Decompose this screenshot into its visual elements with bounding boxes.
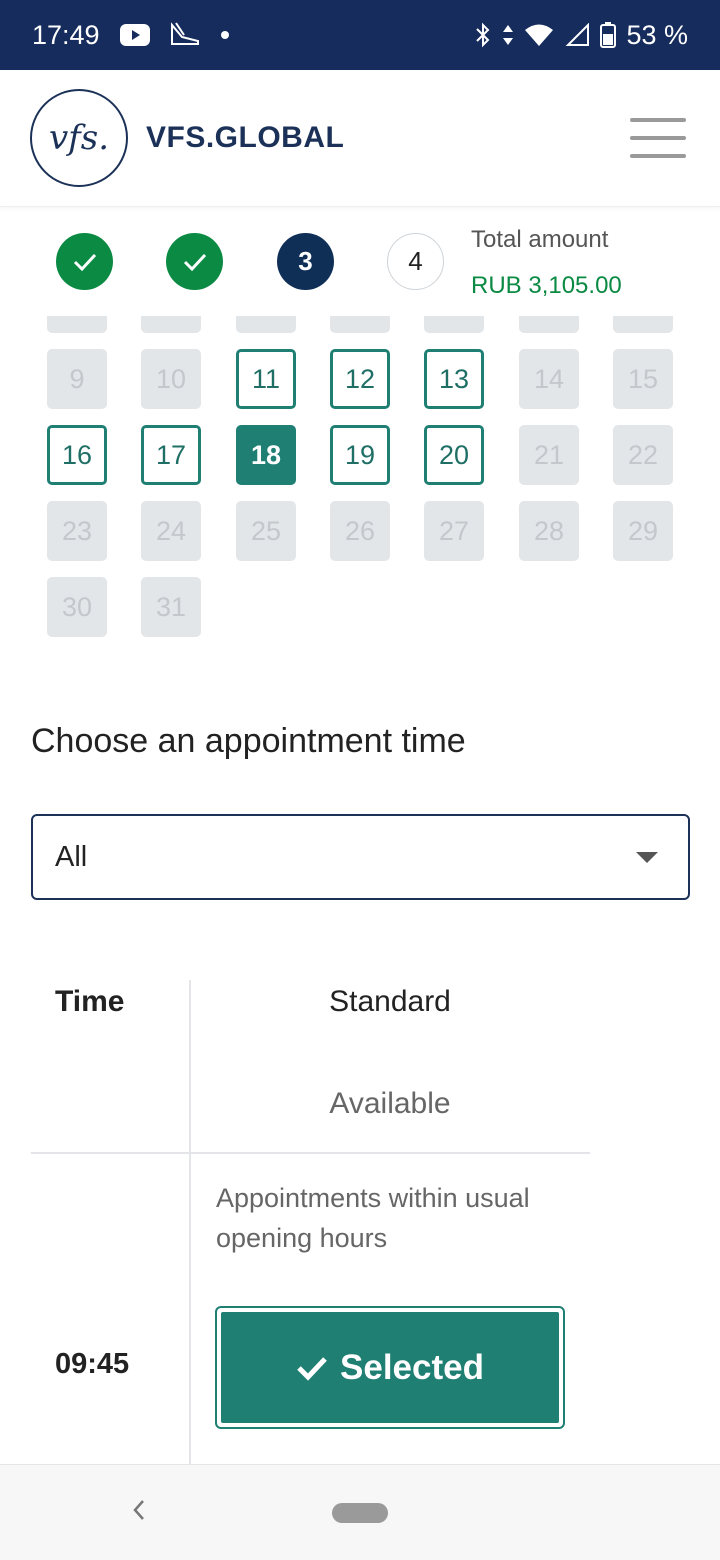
logo-text: vfs. xyxy=(48,118,110,158)
time-filter-value: All xyxy=(55,840,88,873)
step-4-todo: 4 xyxy=(387,233,444,290)
calendar-day-hidden xyxy=(424,316,484,333)
column-header-time: Time xyxy=(55,985,125,1018)
back-icon[interactable] xyxy=(124,1495,154,1525)
system-nav-bar xyxy=(0,1464,720,1560)
calendar-day-unavailable: 22 xyxy=(613,425,673,485)
calendar-day-unavailable: 29 xyxy=(613,501,673,561)
caret-down-icon xyxy=(636,851,658,863)
step-1-complete xyxy=(56,233,113,290)
calendar-day-unavailable: 15 xyxy=(613,349,673,409)
data-arrows-icon xyxy=(502,23,514,47)
calendar-day-unavailable: 27 xyxy=(424,501,484,561)
calendar-day-hidden xyxy=(330,316,390,333)
calendar-day-hidden xyxy=(613,316,673,333)
calendar-day-available[interactable]: 20 xyxy=(424,425,484,485)
table-divider-vertical xyxy=(189,980,191,1464)
calendar-day-unavailable: 24 xyxy=(141,501,201,561)
checkmark-icon xyxy=(73,253,96,271)
signal-icon xyxy=(564,23,590,47)
bluetooth-icon xyxy=(474,22,492,48)
selected-button-face: Selected xyxy=(221,1312,559,1423)
checkmark-icon xyxy=(297,1356,327,1381)
slot-select-button[interactable]: Selected xyxy=(215,1306,565,1429)
calendar-day-available[interactable]: 13 xyxy=(424,349,484,409)
status-time: 17:49 xyxy=(32,19,100,50)
wifi-icon xyxy=(524,23,554,47)
app-icon xyxy=(170,21,200,49)
hamburger-icon[interactable] xyxy=(630,118,686,158)
calendar-day-hidden xyxy=(519,316,579,333)
total-amount-value: RUB 3,105.00 xyxy=(471,272,622,299)
calendar-day-unavailable: 10 xyxy=(141,349,201,409)
calendar-day-available[interactable]: 19 xyxy=(330,425,390,485)
vfs-logo[interactable]: vfs. xyxy=(30,89,128,187)
home-pill[interactable] xyxy=(332,1503,388,1523)
calendar-day-unavailable: 30 xyxy=(47,577,107,637)
time-filter-select[interactable]: All xyxy=(31,814,690,900)
calendar-day-available[interactable]: 16 xyxy=(47,425,107,485)
step-3-current: 3 xyxy=(277,233,334,290)
calendar-day-unavailable: 23 xyxy=(47,501,107,561)
calendar-day-hidden xyxy=(47,316,107,333)
battery-percent: 53 % xyxy=(626,19,688,50)
calendar-day-unavailable: 25 xyxy=(236,501,296,561)
calendar-day-hidden xyxy=(141,316,201,333)
calendar-day-available[interactable]: 11 xyxy=(236,349,296,409)
calendar-day-available[interactable]: 12 xyxy=(330,349,390,409)
calendar-day-unavailable: 9 xyxy=(47,349,107,409)
calendar-day-available[interactable]: 17 xyxy=(141,425,201,485)
column-header-standard: Standard xyxy=(329,985,451,1018)
brand-name: VFS.GLOBAL xyxy=(146,121,345,154)
youtube-icon xyxy=(119,24,150,46)
slot-time: 09:45 xyxy=(55,1348,130,1380)
appointment-time-title: Choose an appointment time xyxy=(31,722,466,760)
calendar-day-unavailable: 26 xyxy=(330,501,390,561)
checkmark-icon xyxy=(183,253,206,271)
progress-steps: 3 4 Total amount RUB 3,105.00 xyxy=(0,210,720,310)
calendar-day-selected[interactable]: 18 xyxy=(236,425,296,485)
table-divider-horizontal xyxy=(31,1152,590,1154)
calendar-day-unavailable: 21 xyxy=(519,425,579,485)
standard-description: Appointments within usual opening hours xyxy=(216,1183,530,1253)
calendar-day-unavailable: 14 xyxy=(519,349,579,409)
column-header-available: Available xyxy=(329,1087,451,1120)
selected-label: Selected xyxy=(340,1347,484,1387)
site-header: vfs. VFS.GLOBAL xyxy=(0,70,720,207)
calendar-day-hidden xyxy=(236,316,296,333)
battery-icon xyxy=(600,22,617,48)
calendar-day-unavailable: 28 xyxy=(519,501,579,561)
dot-icon xyxy=(220,30,230,40)
status-bar: 17:49 53 % xyxy=(0,0,720,70)
calendar-day-unavailable: 31 xyxy=(141,577,201,637)
step-2-complete xyxy=(166,233,223,290)
total-amount-label: Total amount xyxy=(471,226,609,253)
